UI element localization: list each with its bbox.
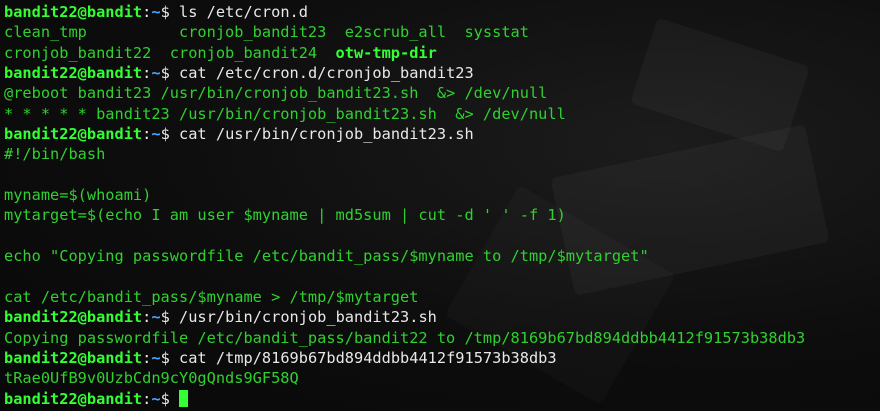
output-text: cronjob_bandit22 cronjob_bandit24: [4, 43, 336, 62]
output-line: clean_tmp cronjob_bandit23 e2scrub_all s…: [4, 22, 880, 42]
prompt-separator: :: [142, 3, 152, 21]
prompt-path: ~: [151, 3, 161, 21]
prompt-path: ~: [151, 125, 161, 144]
output-text: Copying passwordfile /etc/bandit_pass/ba…: [4, 328, 806, 347]
terminal-output: bandit22@bandit:~$ ls /etc/cron.d clean_t…: [4, 2, 880, 411]
command-text: cat /usr/bin/cronjob_bandit23.sh: [179, 125, 474, 144]
output-text: @reboot bandit23 /usr/bin/cronjob_bandit…: [4, 84, 548, 103]
prompt-sigil: $: [160, 348, 180, 367]
command-text: cat /tmp/8169b67bd894ddbb4412f91573b38db…: [179, 348, 557, 367]
output-line: echo "Copying passwordfile /etc/bandit_p…: [4, 246, 880, 266]
prompt-separator: :: [142, 308, 152, 327]
prompt-user: bandit22@bandit: [4, 308, 143, 327]
output-line: tRae0UfB9v0UzbCdn9cY0gQnds9GF58Q: [4, 368, 880, 388]
prompt-line: bandit22@bandit:~$ ls /etc/cron.d: [4, 2, 880, 22]
command-text: ls /etc/cron.d: [179, 3, 308, 21]
prompt-sigil: $: [160, 389, 180, 408]
output-line: Copying passwordfile /etc/bandit_pass/ba…: [4, 328, 880, 348]
prompt-separator: :: [142, 125, 152, 144]
prompt-user: bandit22@bandit: [4, 64, 143, 83]
output-text: myname=$(whoami): [4, 186, 152, 205]
prompt-line: bandit22@bandit:~$ cat /tmp/8169b67bd894…: [4, 348, 880, 368]
output-line: * * * * * bandit23 /usr/bin/cronjob_band…: [4, 104, 880, 124]
prompt-user: bandit22@bandit: [4, 348, 143, 367]
prompt-separator: :: [142, 348, 152, 367]
terminal-window[interactable]: bandit22@bandit:~$ ls /etc/cron.d clean_t…: [0, 0, 880, 411]
prompt-path: ~: [151, 308, 161, 327]
output-text: cat /etc/bandit_pass/$myname > /tmp/$myt…: [4, 287, 419, 306]
prompt-path: ~: [151, 348, 161, 367]
prompt-separator: :: [142, 64, 152, 83]
prompt-user: bandit22@bandit: [4, 125, 143, 144]
text-cursor[interactable]: [179, 389, 189, 407]
command-text: cat /etc/cron.d/cronjob_bandit23: [179, 64, 474, 83]
output-line: @reboot bandit23 /usr/bin/cronjob_bandit…: [4, 83, 880, 103]
output-text: echo "Copying passwordfile /etc/bandit_p…: [4, 247, 649, 266]
output-text: tRae0UfB9v0UzbCdn9cY0gQnds9GF58Q: [4, 369, 299, 388]
command-text: /usr/bin/cronjob_bandit23.sh: [179, 308, 437, 327]
output-text: mytarget=$(echo I am user $myname | md5s…: [4, 206, 566, 225]
prompt-line: bandit22@bandit:~$: [4, 389, 880, 409]
prompt-separator: :: [142, 389, 152, 408]
output-dir-name: otw-tmp-dir: [335, 43, 437, 62]
prompt-sigil: $: [160, 64, 180, 83]
output-text: clean_tmp cronjob_bandit23 e2scrub_all s…: [4, 23, 529, 42]
prompt-user: bandit22@bandit: [4, 3, 143, 21]
output-line: myname=$(whoami): [4, 185, 880, 205]
output-line: cat /etc/bandit_pass/$myname > /tmp/$myt…: [4, 287, 880, 307]
prompt-path: ~: [151, 389, 161, 408]
output-line: mytarget=$(echo I am user $myname | md5s…: [4, 205, 880, 225]
prompt-line: bandit22@bandit:~$ cat /etc/cron.d/cronj…: [4, 63, 880, 83]
prompt-path: ~: [151, 64, 161, 83]
output-line: cronjob_bandit22 cronjob_bandit24 otw-tm…: [4, 43, 880, 63]
prompt-sigil: $: [160, 3, 180, 21]
prompt-line: bandit22@bandit:~$ cat /usr/bin/cronjob_…: [4, 124, 880, 144]
prompt-sigil: $: [160, 125, 180, 144]
prompt-line: bandit22@bandit:~$ /usr/bin/cronjob_band…: [4, 307, 880, 327]
output-text: * * * * * bandit23 /usr/bin/cronjob_band…: [4, 104, 566, 123]
prompt-sigil: $: [160, 308, 180, 327]
output-line: #!/bin/bash: [4, 144, 880, 164]
output-text: #!/bin/bash: [4, 145, 106, 164]
prompt-user: bandit22@bandit: [4, 389, 143, 408]
